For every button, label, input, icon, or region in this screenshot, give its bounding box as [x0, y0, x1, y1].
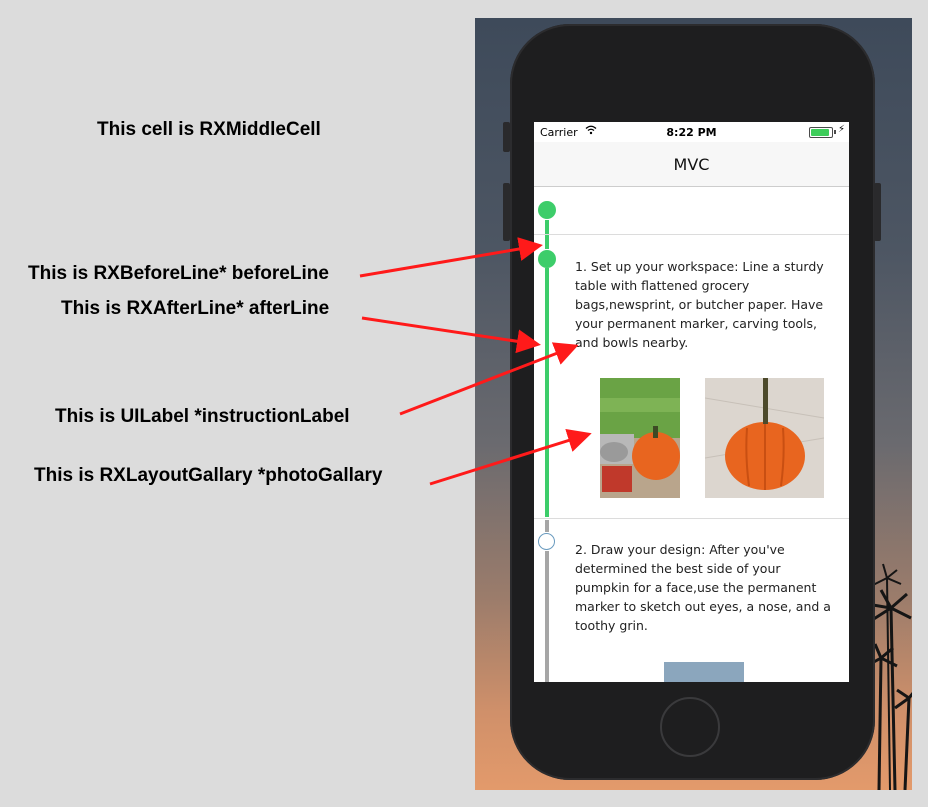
clock: 8:22 PM [666, 126, 717, 139]
start-node-dot [538, 201, 556, 219]
mute-switch [503, 122, 510, 152]
after-line [545, 268, 549, 517]
phone-screen: Carrier 8:22 PM ⚡ MVC 1. Set up your wor… [534, 122, 849, 682]
before-line-step-2 [545, 520, 549, 532]
step-2-node-ring [538, 533, 555, 550]
home-button[interactable] [660, 697, 720, 757]
after-line-step-2 [545, 551, 549, 682]
pumpkin-on-marble-image [705, 378, 824, 498]
gallery-photo-3[interactable] [664, 662, 744, 682]
power-button [874, 183, 881, 241]
annotation-before-line: This is RXBeforeLine* beforeLine [28, 263, 329, 284]
battery-fill [811, 129, 829, 136]
instruction-label-step-2: 2. Draw your design: After you've determ… [575, 542, 831, 633]
battery-tip [834, 130, 836, 134]
instruction-label-step-1: 1. Set up your workspace: Line a sturdy … [575, 259, 824, 350]
volume-up-button [503, 183, 510, 241]
gallery-photo-1[interactable] [600, 378, 680, 498]
annotation-middle-cell: This cell is RXMiddleCell [97, 119, 321, 140]
nav-title: MVC [673, 155, 710, 174]
annotation-instruction-label: This is UILabel *instructionLabel [55, 406, 350, 427]
step-1-node-dot [538, 250, 556, 268]
gallery-photo-2[interactable] [705, 378, 824, 498]
navigation-bar: MVC [534, 142, 849, 187]
annotation-photo-gallery: This is RXLayoutGallary *photoGallary [34, 465, 383, 486]
before-line [545, 236, 549, 249]
pumpkin-on-table-image [600, 378, 680, 498]
charging-bolt-icon: ⚡ [838, 124, 846, 135]
row-separator [534, 518, 849, 519]
status-bar: Carrier 8:22 PM ⚡ [534, 122, 849, 142]
battery-icon [809, 127, 833, 138]
annotation-after-line: This is RXAfterLine* afterLine [61, 298, 330, 319]
row-separator [534, 234, 849, 235]
